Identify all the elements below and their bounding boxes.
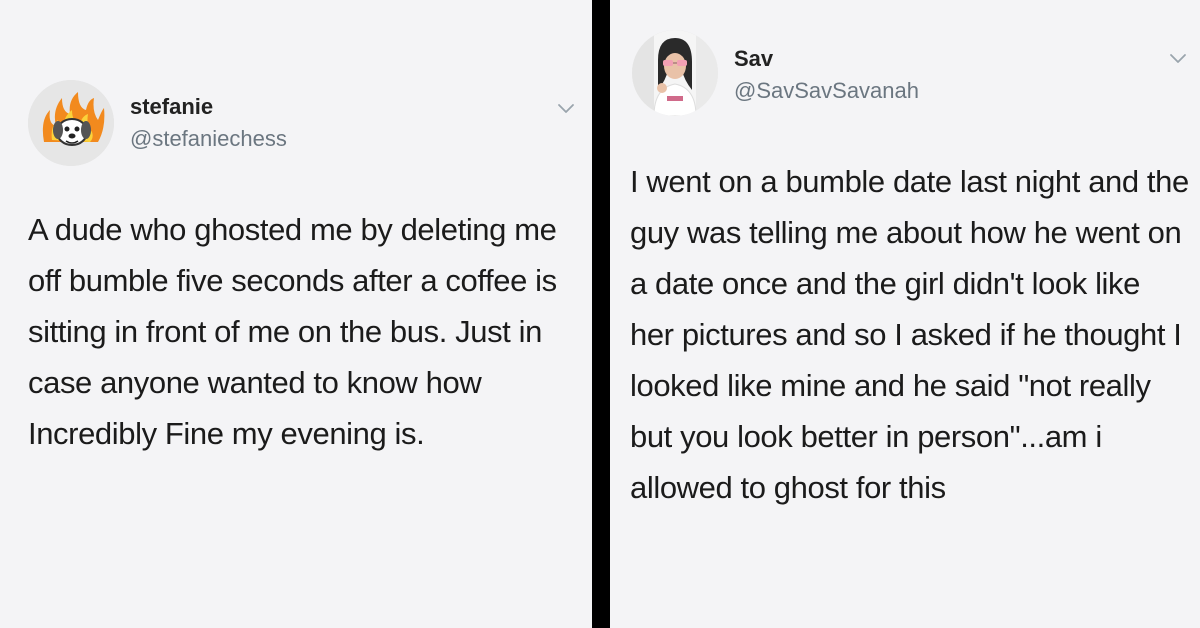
user-handle[interactable]: @SavSavSavanah [734, 78, 919, 104]
display-name[interactable]: Sav [734, 46, 773, 72]
chevron-down-icon[interactable] [1168, 52, 1188, 66]
tweet-text: I went on a bumble date last night and t… [630, 164, 1189, 505]
profile-photo-avatar[interactable] [632, 30, 718, 116]
dog-on-fire-avatar[interactable] [28, 80, 114, 166]
tweet-text: A dude who ghosted me by deleting me off… [28, 212, 557, 451]
display-name[interactable]: stefanie [130, 94, 213, 120]
user-handle[interactable]: @stefaniechess [130, 126, 287, 152]
tweet-card-sav: Sav @SavSavSavanah I went on a bumble da… [610, 0, 1200, 628]
tweet-card-stefanie: stefanie @stefaniechess A dude who ghost… [0, 0, 592, 628]
chevron-down-icon[interactable] [556, 102, 576, 116]
